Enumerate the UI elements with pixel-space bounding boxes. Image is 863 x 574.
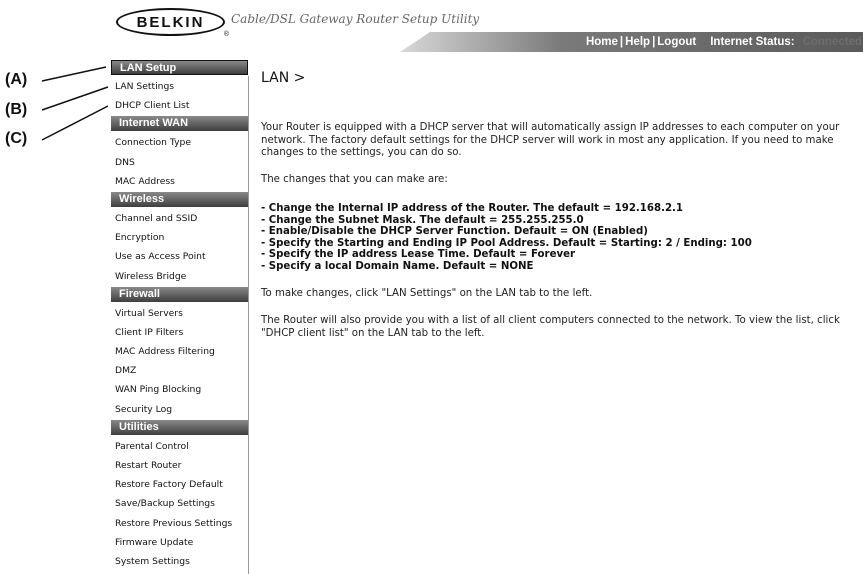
top-links: Home | Help | Logout Internet Status: Co… (585, 36, 863, 52)
change-item: - Specify a local Domain Name. Default =… (261, 260, 534, 272)
sidebar-item-virtual-servers[interactable]: Virtual Servers (108, 304, 248, 323)
changes-list: - Change the Internal IP address of the … (261, 203, 861, 273)
sidebar-item-system-settings[interactable]: System Settings (108, 552, 248, 571)
change-item: - Specify the IP address Lease Time. Def… (261, 249, 576, 261)
sidebar-item-security-log[interactable]: Security Log (108, 400, 248, 419)
sidebar-item-connection-type[interactable]: Connection Type (108, 133, 248, 152)
sidebar-item-mac-address-filtering[interactable]: MAC Address Filtering (108, 342, 248, 361)
sidebar-item-restore-factory-default[interactable]: Restore Factory Default (108, 475, 248, 494)
sidebar-item-wireless-bridge[interactable]: Wireless Bridge (108, 267, 248, 286)
dhcp-note: The Router will also provide you with a … (261, 315, 840, 339)
sidebar-item-parental-control[interactable]: Parental Control (108, 437, 248, 456)
sidebar-item-save-backup-settings[interactable]: Save/Backup Settings (108, 494, 248, 513)
logout-link[interactable]: Logout (656, 36, 697, 52)
callout-line-b (41, 86, 109, 111)
sidebar-item-restore-previous-settings[interactable]: Restore Previous Settings (108, 514, 248, 533)
app-title: Cable/DSL Gateway Router Setup Utility (231, 12, 480, 26)
section-header-internet-wan[interactable]: Internet WAN (111, 116, 248, 132)
sidebar-item-channel-ssid[interactable]: Channel and SSID (108, 209, 248, 228)
changes-intro: The changes that you can make are: (261, 173, 448, 185)
intro-paragraph: Your Router is equipped with a DHCP serv… (261, 122, 840, 158)
change-item: - Change the Subnet Mask. The default = … (261, 214, 584, 226)
sidebar-item-client-ip-filters[interactable]: Client IP Filters (108, 323, 248, 342)
registered-mark: ® (223, 31, 229, 38)
help-link[interactable]: Help (624, 36, 651, 52)
internet-status-label: Internet Status: (710, 36, 795, 48)
sidebar-item-firmware-update[interactable]: Firmware Update (108, 533, 248, 552)
change-item: - Enable/Disable the DHCP Server Functio… (261, 226, 648, 238)
logo-text: BELKIN (136, 13, 205, 31)
internet-status-value: Connected (802, 36, 862, 48)
changes-note: To make changes, click "LAN Settings" on… (261, 287, 593, 299)
sidebar-item-access-point[interactable]: Use as Access Point (108, 247, 248, 266)
callout-line-c (41, 105, 109, 141)
section-header-utilities[interactable]: Utilities (111, 419, 248, 435)
section-header-firewall[interactable]: Firewall (111, 286, 248, 302)
sidebar-item-lan-settings[interactable]: LAN Settings (108, 77, 248, 96)
change-item: - Specify the Starting and Ending IP Poo… (261, 237, 752, 249)
main-content: LAN > Your Router is equipped with a DHC… (261, 70, 861, 340)
page-title: LAN > (261, 70, 306, 86)
sidebar-item-dns[interactable]: DNS (108, 153, 248, 172)
home-link[interactable]: Home (585, 36, 619, 52)
belkin-logo: BELKIN ® (116, 8, 229, 38)
sidebar-item-restart-router[interactable]: Restart Router (108, 456, 248, 475)
sidebar-item-mac-address[interactable]: MAC Address (108, 172, 248, 191)
sidebar-nav: LAN Setup LAN Settings DHCP Client List … (108, 59, 249, 574)
section-header-lan-setup[interactable]: LAN Setup (110, 59, 249, 76)
sidebar-item-dmz[interactable]: DMZ (108, 361, 248, 380)
sidebar-item-dhcp-client-list[interactable]: DHCP Client List (108, 96, 248, 115)
sidebar-item-encryption[interactable]: Encryption (108, 228, 248, 247)
callout-line-a (41, 66, 107, 82)
section-header-wireless[interactable]: Wireless (111, 191, 248, 207)
change-item: - Change the Internal IP address of the … (261, 203, 683, 214)
sidebar-item-wan-ping-blocking[interactable]: WAN Ping Blocking (108, 380, 248, 399)
